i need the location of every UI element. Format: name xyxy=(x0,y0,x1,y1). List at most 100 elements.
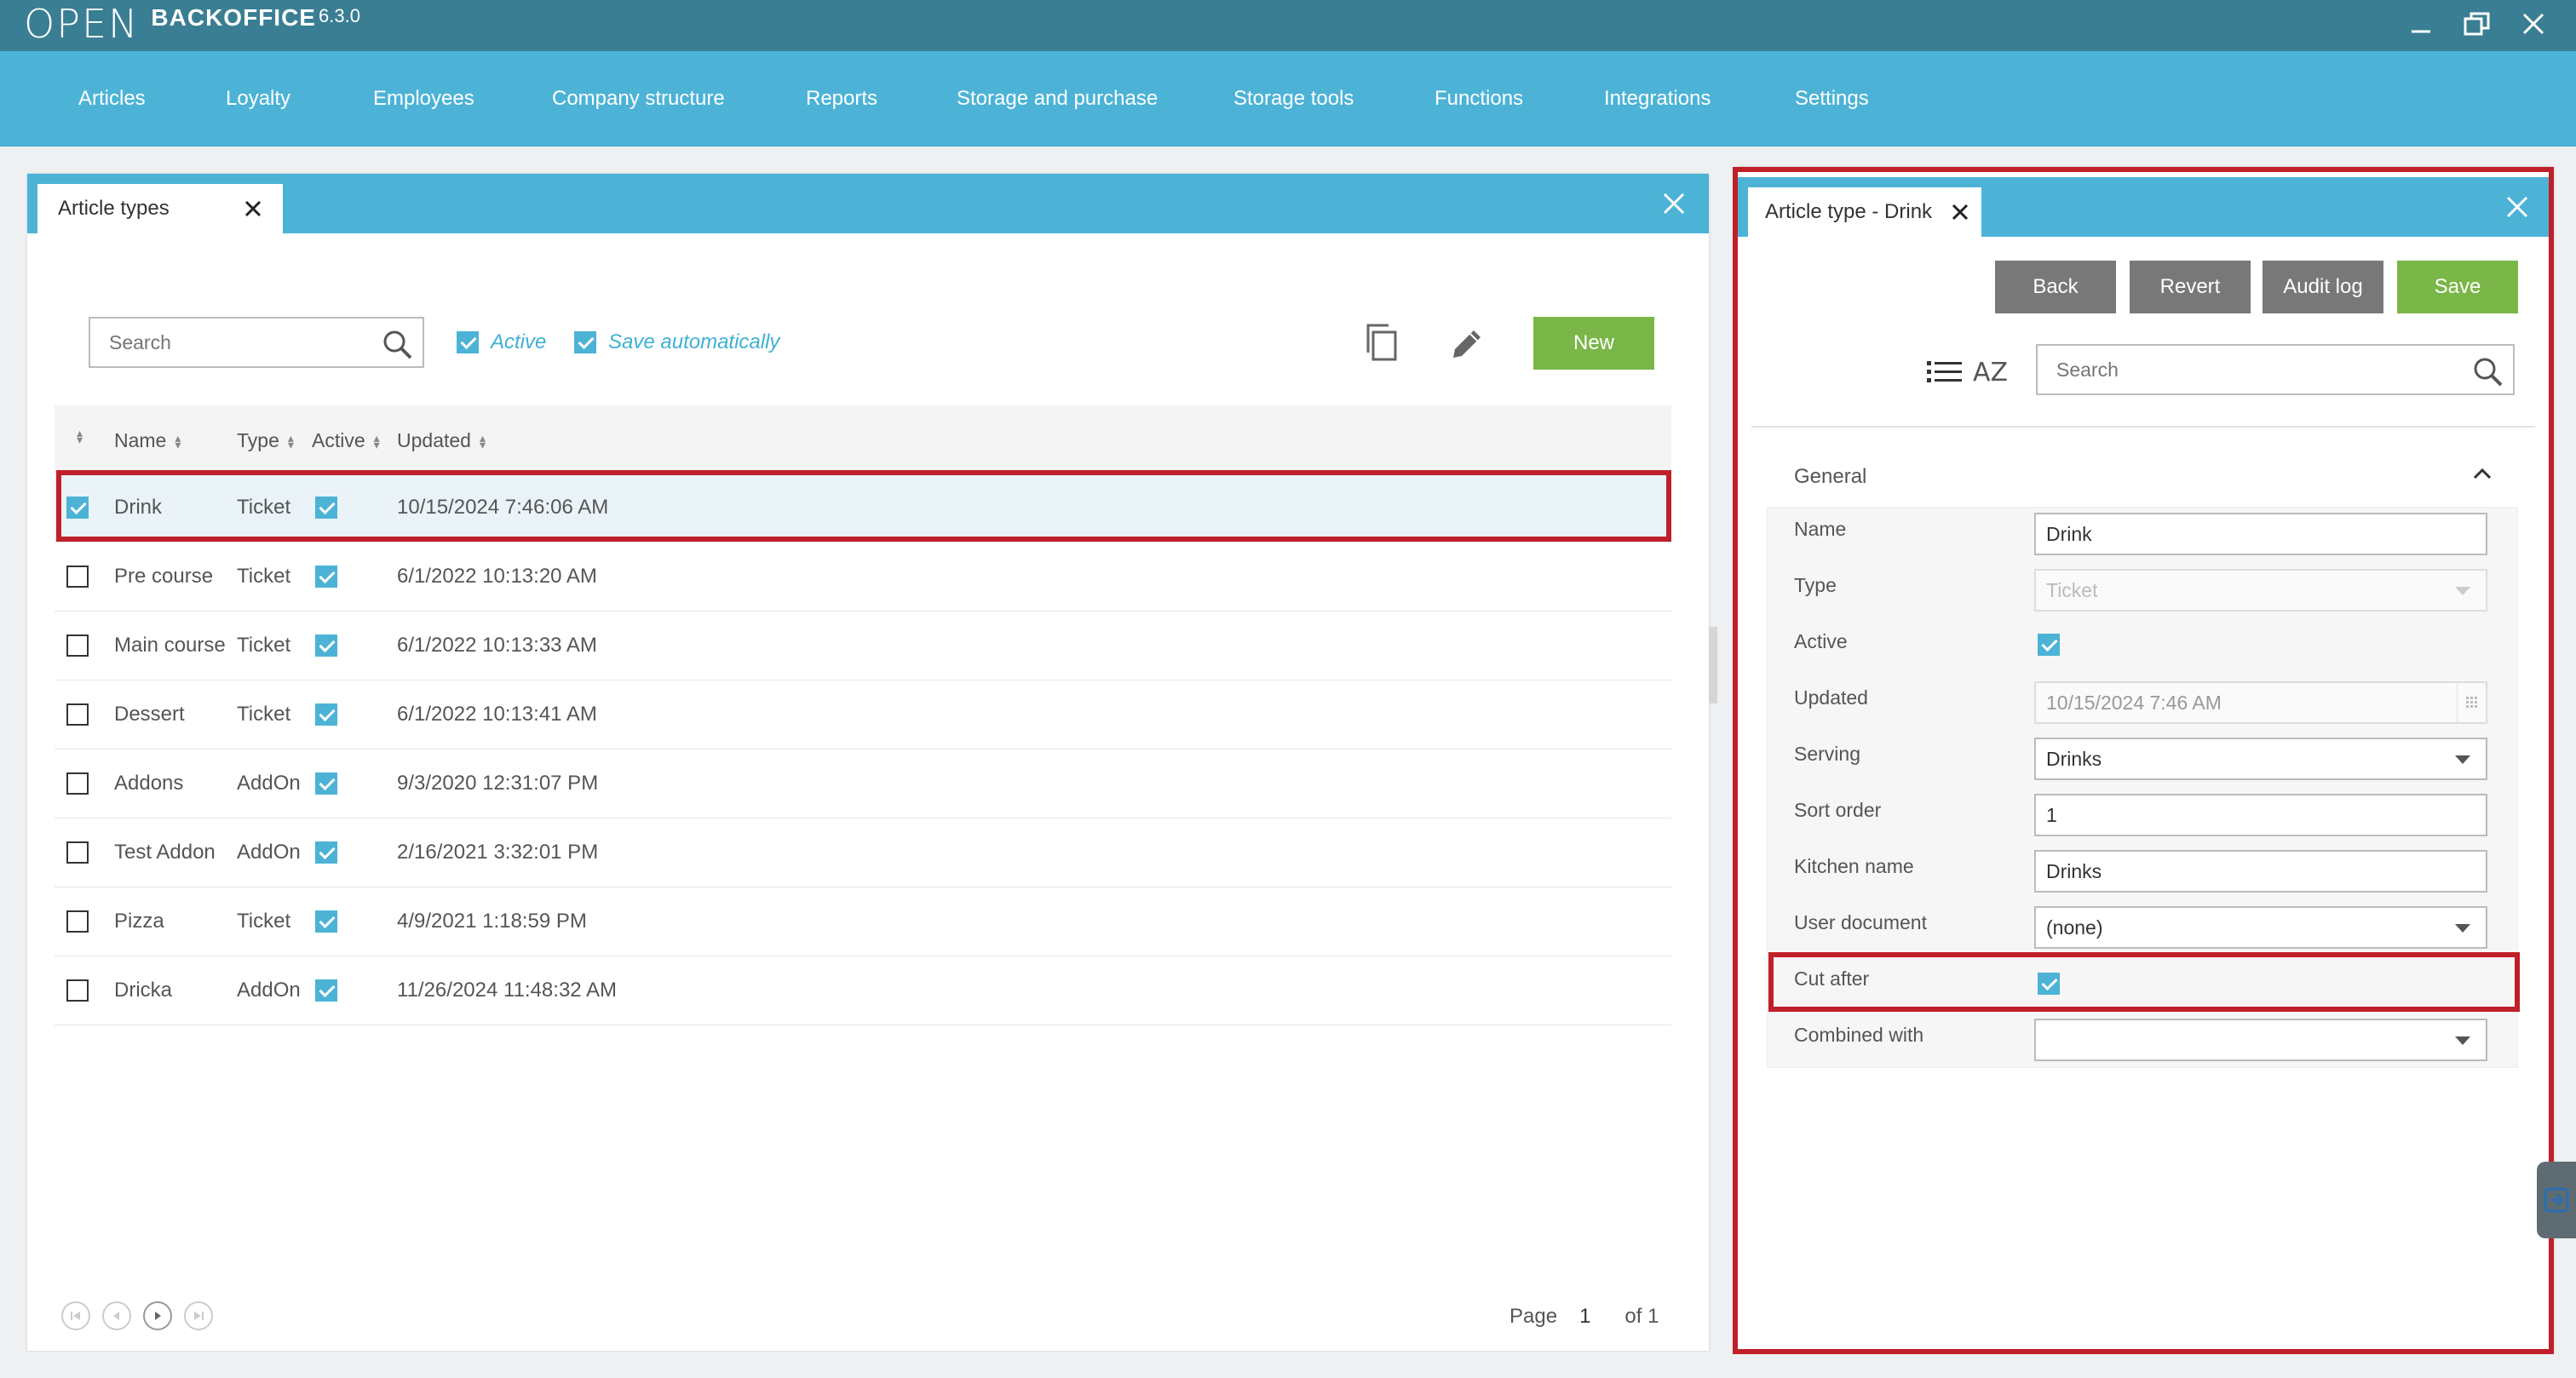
row-select-checkbox[interactable] xyxy=(66,979,89,1002)
last-page-icon[interactable] xyxy=(184,1301,213,1330)
back-button[interactable]: Back xyxy=(1995,261,2116,313)
search-input[interactable] xyxy=(90,319,423,366)
select-all-sort[interactable]: ▴ ▾ xyxy=(77,427,83,445)
column-header-name-label: Name xyxy=(114,429,167,451)
close-window-icon[interactable] xyxy=(2518,9,2549,39)
nav-reports[interactable]: Reports xyxy=(806,87,877,111)
field-label: Cut after xyxy=(1794,967,1870,990)
close-panel-icon[interactable] xyxy=(1661,191,1687,216)
row-active-checkbox[interactable] xyxy=(315,979,337,1002)
table-row[interactable]: Drink Ticket 10/15/2024 7:46:06 AM xyxy=(55,474,1671,543)
column-header-active[interactable]: Active ▴ ▾ xyxy=(312,429,380,452)
active-filter-label: Active xyxy=(491,330,547,353)
copy-icon[interactable] xyxy=(1361,322,1402,369)
panel-header: Article types xyxy=(27,174,1709,233)
edit-pencil-icon[interactable] xyxy=(1448,324,1487,367)
table-row[interactable]: Dessert Ticket 6/1/2022 10:13:41 AM xyxy=(55,680,1671,749)
side-drawer-tab[interactable] xyxy=(2537,1162,2576,1238)
close-tab-icon[interactable] xyxy=(1949,201,1971,223)
save-automatically[interactable]: Save automatically xyxy=(574,330,779,354)
search-icon[interactable] xyxy=(380,327,414,361)
tab-article-type-drink[interactable]: Article type - Drink xyxy=(1748,187,1981,237)
general-section-header[interactable]: General xyxy=(1767,445,2518,508)
row-select-checkbox[interactable] xyxy=(66,841,89,864)
row-active-checkbox[interactable] xyxy=(315,703,337,726)
table-row[interactable]: Test Addon AddOn 2/16/2021 3:32:01 PM xyxy=(55,818,1671,887)
nav-loyalty[interactable]: Loyalty xyxy=(226,87,290,111)
nav-company-structure[interactable]: Company structure xyxy=(552,87,725,111)
restore-icon[interactable] xyxy=(2462,9,2493,39)
nav-articles[interactable]: Articles xyxy=(78,87,146,111)
table-row[interactable]: Pizza Ticket 4/9/2021 1:18:59 PM xyxy=(55,887,1671,956)
row-type: AddOn xyxy=(237,979,301,1002)
table-row[interactable]: Addons AddOn 9/3/2020 12:31:07 PM xyxy=(55,749,1671,818)
pager-info: Page 1 of 1 xyxy=(1509,1305,1659,1329)
row-active-checkbox[interactable] xyxy=(315,841,337,864)
row-name: Main course xyxy=(114,634,226,657)
column-header-updated[interactable]: Updated ▴ ▾ xyxy=(397,429,486,452)
new-button[interactable]: New xyxy=(1533,317,1654,370)
next-page-icon[interactable] xyxy=(143,1301,172,1330)
active-filter[interactable]: Active xyxy=(457,330,546,354)
name-input[interactable]: Drink xyxy=(2034,513,2487,555)
page-number[interactable]: 1 xyxy=(1579,1305,1590,1329)
row-active-checkbox[interactable] xyxy=(315,910,337,933)
kitchen-name-input[interactable]: Drinks xyxy=(2034,850,2487,893)
first-page-icon[interactable] xyxy=(61,1301,90,1330)
detail-search-input[interactable] xyxy=(2038,346,2513,393)
table-row[interactable]: Dricka AddOn 11/26/2024 11:48:32 AM xyxy=(55,956,1671,1025)
audit-log-button[interactable]: Audit log xyxy=(2263,261,2383,313)
splitter-handle[interactable] xyxy=(1709,627,1717,703)
column-header-name[interactable]: Name ▴ ▾ xyxy=(114,429,181,452)
user-document-select[interactable]: (none) xyxy=(2034,906,2487,949)
row-select-checkbox[interactable] xyxy=(66,910,89,933)
nav-employees[interactable]: Employees xyxy=(373,87,474,111)
cut-after-checkbox[interactable] xyxy=(2038,973,2060,995)
chevron-up-icon[interactable] xyxy=(2472,465,2493,486)
close-tab-icon[interactable] xyxy=(242,198,264,220)
nav-integrations[interactable]: Integrations xyxy=(1604,87,1711,111)
serving-select[interactable]: Drinks xyxy=(2034,738,2487,780)
title-bar: OPEN BACKOFFICE 6.3.0 xyxy=(0,0,2576,51)
grid-body: Drink Ticket 10/15/2024 7:46:06 AM Pre c… xyxy=(55,474,1671,1025)
search-icon[interactable] xyxy=(2470,354,2504,388)
row-active-checkbox[interactable] xyxy=(315,566,337,588)
row-active-checkbox[interactable] xyxy=(315,497,337,519)
row-select-checkbox[interactable] xyxy=(66,772,89,795)
save-automatically-checkbox[interactable] xyxy=(574,331,596,353)
table-row[interactable]: Pre course Ticket 6/1/2022 10:13:20 AM xyxy=(55,543,1671,611)
sort-icon: ▴ ▾ xyxy=(479,430,486,451)
row-select-checkbox[interactable] xyxy=(66,497,89,519)
active-filter-checkbox[interactable] xyxy=(457,331,479,353)
row-updated: 6/1/2022 10:13:33 AM xyxy=(397,634,597,657)
save-button[interactable]: Save xyxy=(2397,261,2518,313)
active-checkbox[interactable] xyxy=(2038,634,2060,656)
sort-order-input[interactable]: 1 xyxy=(2034,794,2487,836)
app-version: 6.3.0 xyxy=(319,5,360,26)
nav-functions[interactable]: Functions xyxy=(1435,87,1523,111)
row-select-checkbox[interactable] xyxy=(66,703,89,726)
minimize-icon[interactable] xyxy=(2406,9,2436,39)
nav-storage-and-purchase[interactable]: Storage and purchase xyxy=(957,87,1158,111)
detail-panel-header: Article type - Drink xyxy=(1738,177,2554,237)
row-active-checkbox[interactable] xyxy=(315,772,337,795)
logo-mark: OPEN xyxy=(24,1,140,47)
row-name: Pizza xyxy=(114,910,164,933)
nav-storage-tools[interactable]: Storage tools xyxy=(1233,87,1354,111)
row-select-checkbox[interactable] xyxy=(66,634,89,657)
revert-button[interactable]: Revert xyxy=(2130,261,2251,313)
list-view-icon[interactable] xyxy=(1927,358,1963,391)
combined-with-select[interactable] xyxy=(2034,1019,2487,1061)
column-header-type[interactable]: Type ▴ ▾ xyxy=(237,429,294,452)
app-logo: OPEN BACKOFFICE xyxy=(24,1,316,47)
table-row[interactable]: Main course Ticket 6/1/2022 10:13:33 AM xyxy=(55,611,1671,680)
nav-settings[interactable]: Settings xyxy=(1795,87,1869,111)
sort-az-icon[interactable]: AZ xyxy=(1973,358,2008,388)
row-active-checkbox[interactable] xyxy=(315,634,337,657)
tab-article-types[interactable]: Article types xyxy=(37,184,283,233)
field-label: Updated xyxy=(1794,686,1868,709)
column-header-type-label: Type xyxy=(237,429,279,451)
close-panel-icon[interactable] xyxy=(2504,194,2530,220)
row-select-checkbox[interactable] xyxy=(66,566,89,588)
prev-page-icon[interactable] xyxy=(102,1301,131,1330)
